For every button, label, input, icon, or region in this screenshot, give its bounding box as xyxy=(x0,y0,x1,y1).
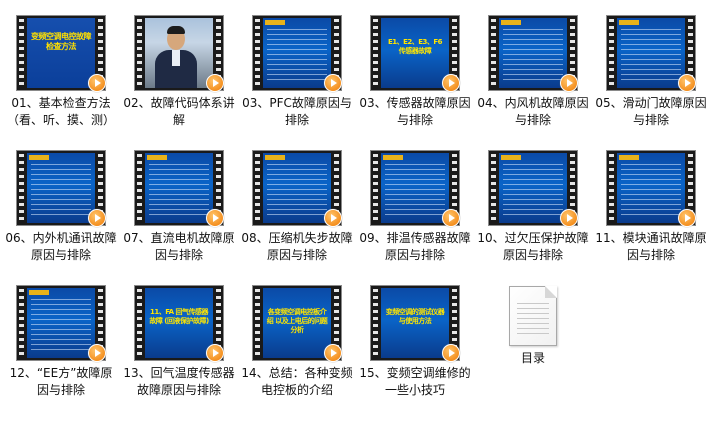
video-file-01[interactable]: 变频空调电控故障检查方法 01、基本检查方法（看、听、摸、测） xyxy=(5,15,117,129)
thumbnail-title-text: 变频空调电控故障检查方法 xyxy=(31,32,92,51)
play-icon xyxy=(88,74,106,92)
video-file-02[interactable]: 02、故障代码体系讲解 xyxy=(123,15,235,129)
video-thumbnail xyxy=(488,15,578,92)
file-name: 05、滑动门故障原因与排除 xyxy=(595,96,707,127)
thumbnail-title-text: E1、E2、E3、F6 传感器故障 xyxy=(387,38,443,55)
file-name: 01、基本检查方法（看、听、摸、测） xyxy=(6,96,115,127)
video-file-13[interactable]: 12、“EE方”故障原因与排除 xyxy=(5,285,117,399)
file-name: 03、PFC故障原因与排除 xyxy=(242,96,352,127)
video-file-05[interactable]: 04、内风机故障原因与排除 xyxy=(477,15,589,129)
play-icon xyxy=(442,74,460,92)
document-icon xyxy=(509,286,557,346)
video-file-11[interactable]: 10、过欠压保护故障原因与排除 xyxy=(477,150,589,264)
play-icon xyxy=(678,209,696,227)
file-name: 04、内风机故障原因与排除 xyxy=(477,96,589,127)
play-icon xyxy=(206,344,224,362)
video-thumbnail: 变频空调的测试仪器与使用方法 xyxy=(370,285,460,362)
video-file-04[interactable]: E1、E2、E3、F6 传感器故障 03、传感器故障原因与排除 xyxy=(359,15,471,129)
play-icon xyxy=(206,74,224,92)
video-file-09[interactable]: 08、压缩机失步故障原因与排除 xyxy=(241,150,353,264)
video-file-14[interactable]: 11、FA 回气传感器故障 (回液保护故障) 13、回气温度传感器故障原因与排除 xyxy=(123,285,235,399)
thumbnail-title-text: 变频空调的测试仪器与使用方法 xyxy=(385,308,445,325)
video-file-07[interactable]: 06、内外机通讯故障原因与排除 xyxy=(5,150,117,264)
video-thumbnail: 变频空调电控故障检查方法 xyxy=(16,15,106,92)
video-thumbnail xyxy=(606,15,696,92)
play-icon xyxy=(442,344,460,362)
play-icon xyxy=(324,74,342,92)
play-icon xyxy=(324,209,342,227)
video-thumbnail: 各变频空调电控板介绍 以及上电后的问题分析 xyxy=(252,285,342,362)
file-name: 14、总结：各种变频电控板的介绍 xyxy=(241,366,353,397)
video-file-16[interactable]: 变频空调的测试仪器与使用方法 15、变频空调维修的一些小技巧 xyxy=(359,285,471,399)
video-thumbnail: E1、E2、E3、F6 传感器故障 xyxy=(370,15,460,92)
file-name: 12、“EE方”故障原因与排除 xyxy=(9,366,113,397)
play-icon xyxy=(442,209,460,227)
video-file-15[interactable]: 各变频空调电控板介绍 以及上电后的问题分析 14、总结：各种变频电控板的介绍 xyxy=(241,285,353,399)
play-icon xyxy=(88,209,106,227)
thumbnail-title-text: 各变频空调电控板介绍 以及上电后的问题分析 xyxy=(266,308,328,334)
video-thumbnail xyxy=(606,150,696,227)
file-name: 目录 xyxy=(520,351,545,365)
video-thumbnail xyxy=(134,150,224,227)
video-file-06[interactable]: 05、滑动门故障原因与排除 xyxy=(595,15,707,129)
video-thumbnail: 11、FA 回气传感器故障 (回液保护故障) xyxy=(134,285,224,362)
play-icon xyxy=(560,74,578,92)
thumbnail-title-text: 11、FA 回气传感器故障 (回液保护故障) xyxy=(149,308,209,325)
file-name: 03、传感器故障原因与排除 xyxy=(359,96,471,127)
video-file-03[interactable]: 03、PFC故障原因与排除 xyxy=(241,15,353,129)
video-thumbnail xyxy=(252,150,342,227)
file-name: 07、直流电机故障原因与排除 xyxy=(123,231,235,262)
video-file-12[interactable]: 11、模块通讯故障原因与排除 xyxy=(595,150,707,264)
document-file[interactable]: 目录 xyxy=(477,270,589,367)
file-name: 13、回气温度传感器故障原因与排除 xyxy=(123,366,235,397)
play-icon xyxy=(324,344,342,362)
video-file-08[interactable]: 07、直流电机故障原因与排除 xyxy=(123,150,235,264)
video-thumbnail xyxy=(488,150,578,227)
file-name: 06、内外机通讯故障原因与排除 xyxy=(5,231,117,262)
file-name: 10、过欠压保护故障原因与排除 xyxy=(477,231,589,262)
file-name: 09、排温传感器故障原因与排除 xyxy=(359,231,471,262)
file-name: 15、变频空调维修的一些小技巧 xyxy=(359,366,471,397)
video-thumbnail xyxy=(252,15,342,92)
video-thumbnail xyxy=(134,15,224,92)
play-icon xyxy=(678,74,696,92)
video-thumbnail xyxy=(16,285,106,362)
play-icon xyxy=(206,209,224,227)
video-thumbnail xyxy=(370,150,460,227)
play-icon xyxy=(88,344,106,362)
video-file-10[interactable]: 09、排温传感器故障原因与排除 xyxy=(359,150,471,264)
play-icon xyxy=(560,209,578,227)
video-thumbnail xyxy=(16,150,106,227)
file-name: 02、故障代码体系讲解 xyxy=(123,96,235,127)
file-name: 08、压缩机失步故障原因与排除 xyxy=(241,231,353,262)
file-name: 11、模块通讯故障原因与排除 xyxy=(595,231,707,262)
